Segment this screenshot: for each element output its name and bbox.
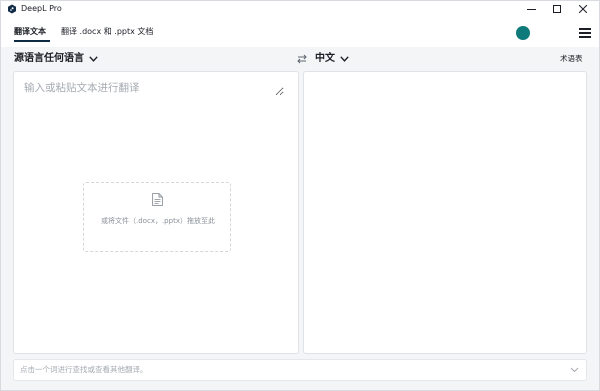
minimize-button[interactable]: [517, 1, 545, 17]
active-tab-indicator: [14, 40, 50, 42]
target-language-label: 中文: [315, 53, 335, 64]
tab-translate-documents[interactable]: 翻译 .docx 和 .pptx 文档: [61, 26, 153, 38]
file-dropzone[interactable]: 或将文件（.docx，.pptx）拖放至此: [83, 182, 231, 252]
alternatives-hint: 点击一个词进行查找或查看其他翻译。: [20, 365, 148, 374]
window-title: DeepL Pro: [21, 4, 62, 13]
minimize-icon: [526, 8, 536, 10]
chevron-down-icon: [340, 56, 349, 62]
header: 翻译文本 翻译 .docx 和 .pptx 文档: [1, 17, 599, 47]
maximize-icon: [553, 5, 561, 13]
source-text-pane: 或将文件（.docx，.pptx）拖放至此: [13, 71, 299, 354]
source-text-input[interactable]: [24, 80, 284, 96]
source-language-label: 源语言任何语言: [14, 53, 84, 64]
swap-arrows-icon[interactable]: [297, 54, 307, 64]
dropzone-text: 或将文件（.docx，.pptx）拖放至此: [101, 217, 215, 225]
source-language-selector[interactable]: 源语言任何语言: [14, 52, 98, 66]
close-icon: [579, 5, 587, 13]
title-bar: DeepL Pro: [1, 1, 599, 17]
deepl-app-window: DeepL Pro 翻译文本 翻译 .docx 和 .pptx 文档 源语言任何…: [0, 0, 600, 391]
glossary-button[interactable]: 术语表: [560, 53, 583, 65]
close-button[interactable]: [569, 1, 597, 17]
chevron-down-icon: [89, 56, 98, 62]
chevron-down-icon[interactable]: [570, 366, 579, 374]
document-icon: [152, 193, 163, 206]
deepl-logo-icon: [8, 4, 16, 14]
avatar[interactable]: [516, 26, 530, 40]
target-language-selector[interactable]: 中文: [315, 52, 349, 66]
tab-translate-text[interactable]: 翻译文本: [14, 26, 46, 38]
alternatives-bar[interactable]: 点击一个词进行查找或查看其他翻译。: [13, 359, 587, 381]
maximize-button[interactable]: [543, 1, 571, 17]
hamburger-menu-icon[interactable]: [579, 28, 591, 38]
language-bar: 源语言任何语言 中文 术语表: [1, 47, 599, 71]
translation-output-pane[interactable]: [303, 71, 587, 354]
